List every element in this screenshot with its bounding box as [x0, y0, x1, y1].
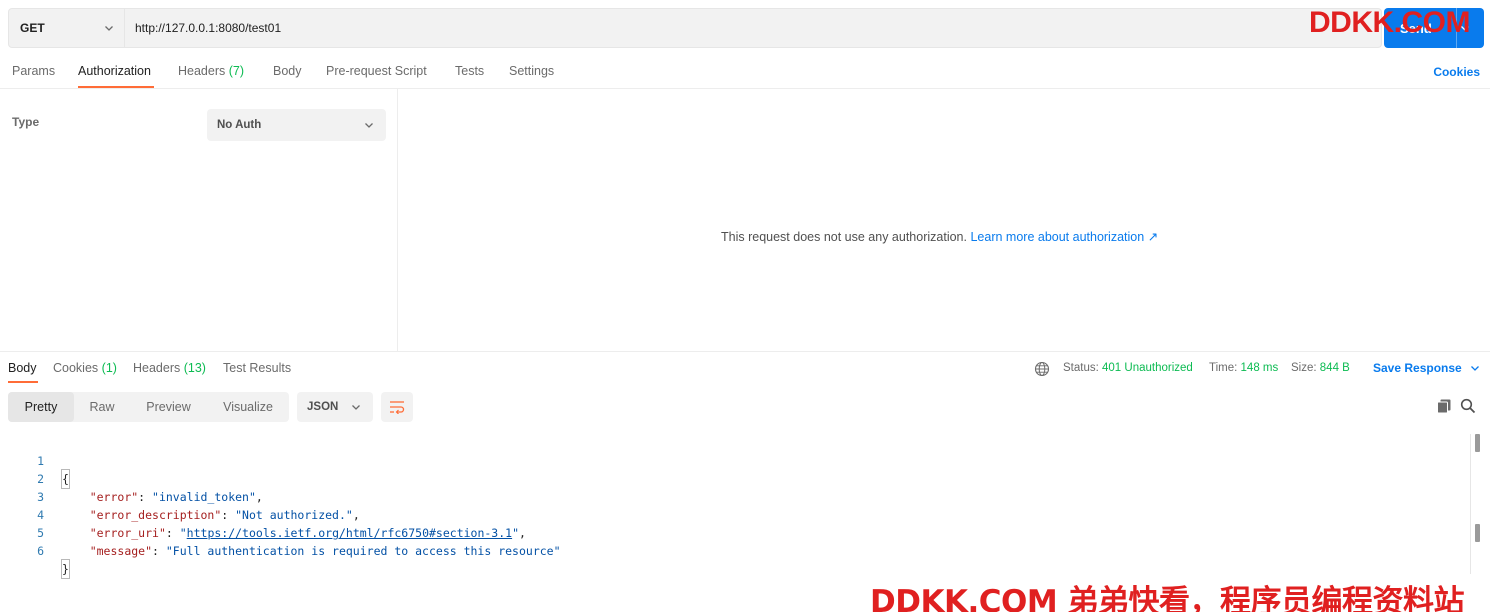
- line-number: 6: [37, 544, 44, 558]
- auth-type-value: No Auth: [217, 119, 262, 131]
- editor-scroll-track: [1470, 434, 1471, 574]
- method-label: GET: [20, 21, 45, 35]
- view-preview[interactable]: Preview: [130, 392, 207, 422]
- response-tabs: Body Cookies (1) Headers (13) Test Resul…: [0, 351, 1490, 383]
- tab-params[interactable]: Params: [12, 64, 55, 78]
- close-brace: }: [61, 559, 70, 579]
- url-input[interactable]: [125, 9, 1381, 47]
- method-select[interactable]: GET: [9, 9, 125, 47]
- save-response-label: Save Response: [1373, 361, 1462, 375]
- tab-response-body[interactable]: Body: [8, 361, 37, 375]
- active-tab-indicator: [78, 86, 154, 88]
- globe-icon[interactable]: [1034, 361, 1050, 377]
- chevron-down-icon: [352, 405, 360, 410]
- code-line: 3 "error_description": "Not authorized."…: [0, 470, 1468, 522]
- status-readout: Status: 401 Unauthorized: [1063, 362, 1193, 374]
- tab-test-results[interactable]: Test Results: [223, 361, 291, 375]
- tab-response-cookies[interactable]: Cookies (1): [53, 361, 117, 375]
- view-pretty[interactable]: Pretty: [8, 392, 74, 422]
- request-tabs: Params Authorization Headers (7) Body Pr…: [0, 56, 1490, 89]
- tab-settings[interactable]: Settings: [509, 64, 554, 78]
- copy-icon[interactable]: [1436, 398, 1452, 414]
- search-icon[interactable]: [1460, 398, 1476, 414]
- cookies-link[interactable]: Cookies: [1433, 65, 1480, 79]
- response-body-editor[interactable]: 1 { 2 "error": "invalid_token", 3 "error…: [0, 434, 1468, 579]
- save-response-button[interactable]: Save Response: [1373, 361, 1480, 375]
- watermark-bottom: DDKK.COM 弟弟快看，程序员编程资料站: [870, 584, 1465, 612]
- chevron-down-icon: [105, 26, 113, 31]
- code-line: 6 }: [0, 524, 1468, 579]
- active-response-tab-indicator: [8, 381, 38, 383]
- tab-pre-request-script[interactable]: Pre-request Script: [326, 64, 427, 78]
- request-url-bar: GET: [8, 8, 1382, 48]
- wrap-lines-icon: [390, 401, 405, 414]
- json-value: "Full authentication is required to acce…: [165, 544, 561, 558]
- code-line: 5 "message": "Full authentication is req…: [0, 506, 1468, 558]
- size-value: 844 B: [1319, 362, 1350, 374]
- format-select[interactable]: JSON: [297, 392, 373, 422]
- wrap-lines-button[interactable]: [381, 392, 413, 422]
- size-readout: Size: 844 B: [1291, 362, 1350, 374]
- code-line: 4 "error_uri": "https://tools.ietf.org/h…: [0, 488, 1468, 540]
- format-value: JSON: [307, 401, 339, 413]
- watermark-top: DDKK.COM: [1309, 6, 1471, 39]
- status-value: 401 Unauthorized: [1102, 362, 1193, 374]
- time-readout: Time: 148 ms: [1209, 362, 1279, 374]
- editor-scrollbar-marker: [1475, 524, 1480, 542]
- tab-authorization[interactable]: Authorization: [78, 64, 151, 78]
- editor-scrollbar-thumb[interactable]: [1475, 434, 1480, 452]
- auth-type-select[interactable]: No Auth: [207, 109, 386, 141]
- json-key: "message": [89, 544, 153, 558]
- learn-more-link[interactable]: Learn more about authorization ↗: [970, 230, 1158, 244]
- tab-response-headers[interactable]: Headers (13): [133, 361, 206, 375]
- auth-type-label: Type: [12, 115, 40, 129]
- auth-details-panel: This request does not use any authorizat…: [399, 89, 1490, 351]
- chevron-down-icon: [1470, 366, 1479, 371]
- tab-headers[interactable]: Headers (7): [178, 64, 244, 78]
- view-mode-toggle: Pretty Raw Preview Visualize: [8, 392, 289, 422]
- tab-body[interactable]: Body: [273, 64, 302, 78]
- view-raw[interactable]: Raw: [74, 392, 130, 422]
- code-line: 1 {: [0, 434, 1468, 489]
- time-value: 148 ms: [1240, 362, 1279, 374]
- tab-tests[interactable]: Tests: [455, 64, 484, 78]
- view-visualize[interactable]: Visualize: [207, 392, 289, 422]
- code-line: 2 "error": "invalid_token",: [0, 452, 1468, 504]
- chevron-down-icon: [365, 123, 373, 128]
- auth-message-text: This request does not use any authorizat…: [721, 230, 967, 244]
- auth-type-panel: Type No Auth: [0, 89, 398, 351]
- auth-message: This request does not use any authorizat…: [721, 229, 1158, 244]
